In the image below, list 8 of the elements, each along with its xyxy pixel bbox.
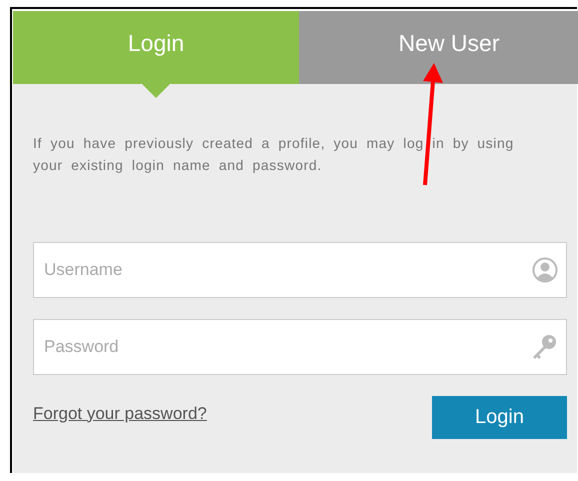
login-button[interactable]: Login xyxy=(432,396,567,439)
username-field[interactable]: Username xyxy=(33,242,567,298)
intro-text: If you have previously created a profile, you may log in by using your existing login name and password. xyxy=(33,134,515,175)
user-icon xyxy=(532,257,558,283)
tab[interactable]: New User xyxy=(299,11,578,84)
forgot-password-link[interactable]: Forgot your password? xyxy=(33,404,207,424)
password-field[interactable]: Password xyxy=(33,319,567,375)
tab-pointer xyxy=(142,84,170,98)
